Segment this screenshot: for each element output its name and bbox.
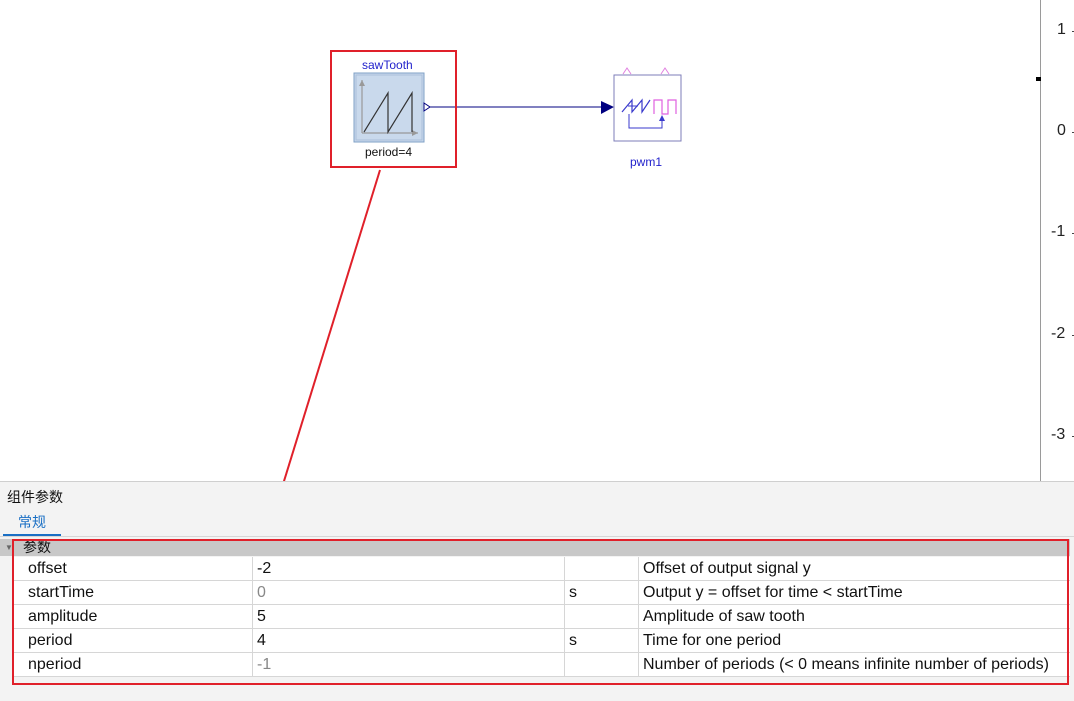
- param-unit: s: [564, 629, 643, 652]
- param-row-offset[interactable]: offset -2 Offset of output signal y: [14, 557, 1070, 581]
- param-row-amplitude[interactable]: amplitude 5 Amplitude of saw tooth: [14, 605, 1070, 629]
- annotation-arrow: [282, 169, 381, 481]
- param-name: period: [28, 632, 73, 649]
- sawtooth-block[interactable]: [353, 72, 431, 143]
- param-description: Amplitude of saw tooth: [638, 605, 1073, 628]
- group-label: 参数: [23, 539, 51, 555]
- param-name: amplitude: [28, 608, 98, 625]
- param-description: Output y = offset for time < startTime: [638, 581, 1073, 604]
- ruler-tick-label: -2: [1051, 325, 1066, 342]
- param-description: Number of periods (< 0 means infinite nu…: [638, 653, 1073, 676]
- diagram-canvas[interactable]: sawTooth period=4 pwm1: [0, 0, 1040, 481]
- ruler-tick-label: 0: [1057, 122, 1066, 139]
- pwm-block[interactable]: [601, 67, 682, 142]
- ruler-position-marker: [1036, 77, 1041, 81]
- collapse-caret-icon[interactable]: ▼: [5, 539, 13, 556]
- param-name: offset: [28, 560, 67, 577]
- param-name: startTime: [28, 584, 95, 601]
- tab-divider: [0, 536, 1074, 537]
- diagram-svg: [282, 50, 682, 481]
- param-unit: s: [564, 581, 643, 604]
- param-value-input[interactable]: -2: [252, 557, 569, 580]
- param-unit: [564, 557, 643, 580]
- panel-title: 组件参数: [7, 489, 63, 505]
- ruler-tick-label: -3: [1051, 426, 1066, 443]
- tab-general[interactable]: 常规: [3, 510, 61, 536]
- ruler-tick-label: 1: [1057, 21, 1066, 38]
- param-value-input[interactable]: 4: [252, 629, 569, 652]
- param-row-nperiod[interactable]: nperiod -1 Number of periods (< 0 means …: [14, 653, 1070, 677]
- ruler-tick-label: -1: [1051, 223, 1066, 240]
- param-unit: [564, 605, 643, 628]
- param-unit: [564, 653, 643, 676]
- param-description: Time for one period: [638, 629, 1073, 652]
- param-row-starttime[interactable]: startTime 0 s Output y = offset for time…: [14, 581, 1070, 605]
- sawtooth-output-port: [423, 102, 431, 112]
- pwm-name: pwm1: [630, 155, 663, 169]
- param-value-input[interactable]: 0: [252, 581, 569, 604]
- pwm-input-port: [601, 101, 614, 114]
- param-description: Offset of output signal y: [638, 557, 1073, 580]
- vertical-ruler: 1 0 -1 -2 -3: [1036, 0, 1074, 481]
- component-parameters-panel: 组件参数 常规 ▼ 参数 offset -2 Offset of output …: [0, 481, 1074, 701]
- param-value-input[interactable]: -1: [252, 653, 569, 676]
- sawtooth-param-label: period=4: [365, 145, 413, 159]
- param-name: nperiod: [28, 656, 82, 673]
- parameters-group-header[interactable]: ▼ 参数: [0, 539, 1070, 556]
- param-value-input[interactable]: 5: [252, 605, 569, 628]
- param-row-period[interactable]: period 4 s Time for one period: [14, 629, 1070, 653]
- sawtooth-name: sawTooth: [362, 58, 413, 72]
